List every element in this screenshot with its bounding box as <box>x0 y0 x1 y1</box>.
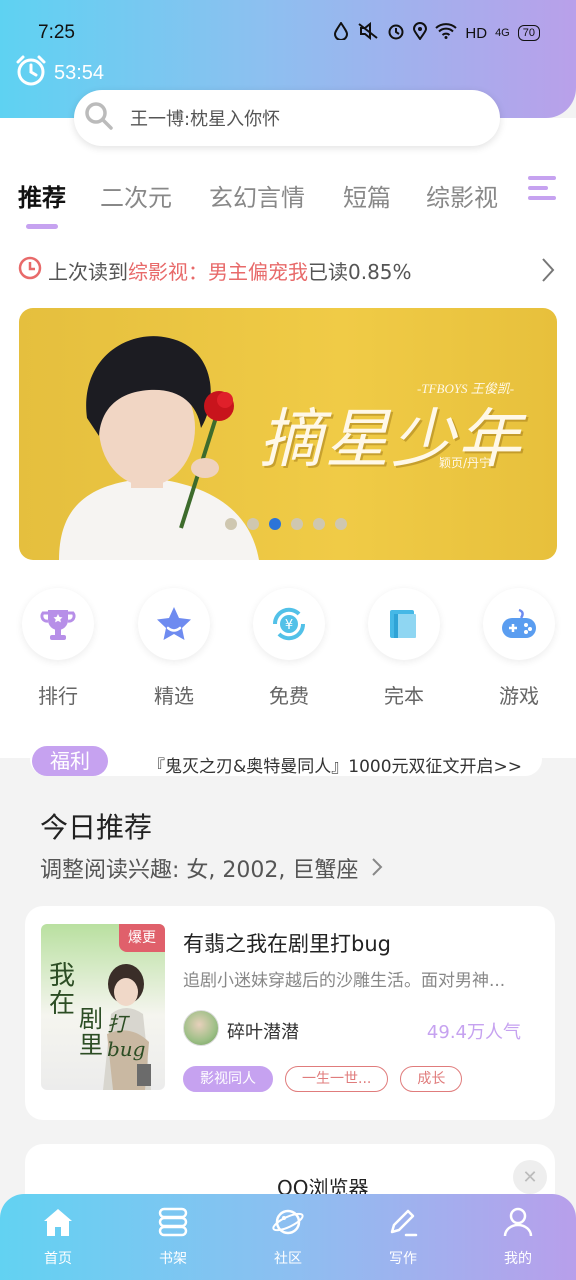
cover-title-part: 我在 <box>49 961 76 1019</box>
welfare-tag: 福利 <box>32 746 108 776</box>
tag-chip[interactable]: 一生一世... <box>285 1066 389 1092</box>
nav-label: 首页 <box>44 1251 72 1267</box>
tag-chip[interactable]: 成长 <box>400 1066 463 1092</box>
carousel-dot[interactable] <box>313 518 325 530</box>
category-shortcuts: 排行 精选 ¥ 免费 完本 游戏 <box>0 588 576 708</box>
book-title[interactable]: 有翡之我在剧里打bug <box>183 928 391 958</box>
close-icon[interactable]: ✕ <box>513 1160 547 1194</box>
carousel-dots <box>225 518 347 530</box>
nav-label: 我的 <box>504 1251 532 1267</box>
cover-title-part: 剧里 <box>79 1005 103 1059</box>
tab-menu-icon[interactable] <box>528 170 576 220</box>
category-label: 免费 <box>269 684 309 708</box>
search-placeholder: 王一博:枕星入你怀 <box>130 109 281 130</box>
author-name[interactable]: 碎叶潜潜 <box>227 1018 299 1044</box>
book-description: 追剧小迷妹穿越后的沙雕生活。面对男神... <box>183 971 506 991</box>
alarm-clock-icon <box>14 54 48 92</box>
gamepad-icon <box>483 588 555 660</box>
nav-label: 书架 <box>159 1251 187 1267</box>
banner-author: 颖页/丹宁 <box>439 456 492 470</box>
user-icon <box>501 1207 535 1242</box>
nav-profile[interactable]: 我的 <box>478 1206 558 1268</box>
nav-home[interactable]: 首页 <box>18 1206 98 1268</box>
clock-icon <box>18 256 42 285</box>
battery-icon: 70 <box>517 25 540 41</box>
yen-refresh-icon: ¥ <box>253 588 325 660</box>
cover-title-part: 打bug <box>107 1012 146 1061</box>
category-label: 排行 <box>38 684 78 708</box>
carousel-dot[interactable] <box>225 518 237 530</box>
active-tab-indicator <box>26 224 58 229</box>
last-read-bar[interactable]: 上次读到 综影视：男主偏宠我 已读0.85% <box>18 252 558 288</box>
search-bar[interactable]: 王一博:枕星入你怀 <box>74 90 500 146</box>
water-drop-icon <box>333 21 349 44</box>
home-icon <box>41 1209 75 1242</box>
status-icons: HD 4G 70 <box>333 21 540 44</box>
reading-timer[interactable]: 53:54 <box>14 54 104 92</box>
trophy-icon <box>22 588 94 660</box>
category-games[interactable]: 游戏 <box>482 588 556 709</box>
category-free[interactable]: ¥ 免费 <box>252 588 326 709</box>
welfare-text: 『鬼灭之刃&奥特曼同人』1000元双征文开启>> <box>148 757 523 777</box>
hd-indicator: HD <box>465 24 488 42</box>
bottom-navigation: 首页 书架 社区 写作 我的 <box>0 1194 576 1280</box>
alarm-icon <box>387 22 405 44</box>
popularity-count: 49.4万人气 <box>426 1022 521 1043</box>
category-ranking[interactable]: 排行 <box>21 588 95 709</box>
chevron-right-icon <box>371 858 383 883</box>
category-featured[interactable]: 精选 <box>137 588 211 709</box>
tab-short[interactable]: 短篇 <box>343 178 391 213</box>
star-icon <box>138 588 210 660</box>
book-card[interactable]: 爆更 我在 剧里 打bug 有翡之我在剧里打bug 追剧小迷妹穿越后的沙雕生活。… <box>25 906 555 1120</box>
category-label: 完本 <box>384 684 424 708</box>
last-read-progress: 已读0.85% <box>308 259 412 284</box>
category-label: 游戏 <box>499 684 539 708</box>
nav-write[interactable]: 写作 <box>363 1206 443 1268</box>
reading-interest-text: 调整阅读兴趣: 女, 2002, 巨蟹座 <box>40 858 359 883</box>
location-icon <box>413 22 428 44</box>
carousel-dot[interactable] <box>247 518 259 530</box>
book-tags: 影视同人 一生一世... 成长 <box>183 1066 463 1092</box>
timer-value: 53:54 <box>54 61 105 84</box>
carousel-dot-active[interactable] <box>269 518 281 530</box>
nav-label: 写作 <box>389 1251 417 1267</box>
carousel-dot[interactable] <box>291 518 303 530</box>
reading-interest-link[interactable]: 调整阅读兴趣: 女, 2002, 巨蟹座 <box>40 852 383 884</box>
network-indicator: 4G <box>495 27 510 39</box>
tab-anime[interactable]: 二次元 <box>100 178 172 213</box>
search-icon <box>84 101 114 135</box>
tag-chip[interactable]: 影视同人 <box>183 1066 273 1092</box>
nav-community[interactable]: 社区 <box>248 1206 328 1268</box>
status-bar: 7:25 HD 4G 70 <box>0 0 576 56</box>
last-read-book: 综影视：男主偏宠我 <box>128 259 308 284</box>
book-icon <box>368 588 440 660</box>
mute-icon <box>357 21 379 44</box>
carousel-dot[interactable] <box>335 518 347 530</box>
bookshelf-icon <box>156 1207 190 1242</box>
avatar[interactable] <box>183 1010 219 1046</box>
status-time: 7:25 <box>38 22 75 43</box>
planet-icon <box>271 1209 305 1242</box>
tab-recommend[interactable]: 推荐 <box>18 178 66 213</box>
hot-update-badge: 爆更 <box>119 924 165 952</box>
last-read-prefix: 上次读到 <box>48 259 128 284</box>
chevron-right-icon <box>540 256 556 289</box>
book-cover[interactable]: 爆更 我在 剧里 打bug <box>41 924 165 1090</box>
category-completed[interactable]: 完本 <box>367 588 441 709</box>
welfare-notice[interactable]: 福利 『鬼灭之刃&奥特曼同人』1000元双征文开启>> <box>30 742 542 777</box>
tab-film-tv[interactable]: 综影视 <box>426 178 498 213</box>
nav-label: 社区 <box>274 1251 302 1267</box>
svg-text:¥: ¥ <box>285 618 293 633</box>
wifi-icon <box>435 23 458 43</box>
pen-icon <box>386 1209 420 1242</box>
section-title: 今日推荐 <box>40 811 153 844</box>
category-label: 精选 <box>154 684 194 708</box>
promo-banner[interactable]: -TFBOYS 王俊凯- 摘星少年 颖页/丹宁 <box>19 308 557 560</box>
category-tabs: 推荐 二次元 玄幻言情 短篇 综影视 <box>0 170 576 230</box>
nav-bookshelf[interactable]: 书架 <box>133 1206 213 1268</box>
tab-fantasy-romance[interactable]: 玄幻言情 <box>209 178 305 213</box>
